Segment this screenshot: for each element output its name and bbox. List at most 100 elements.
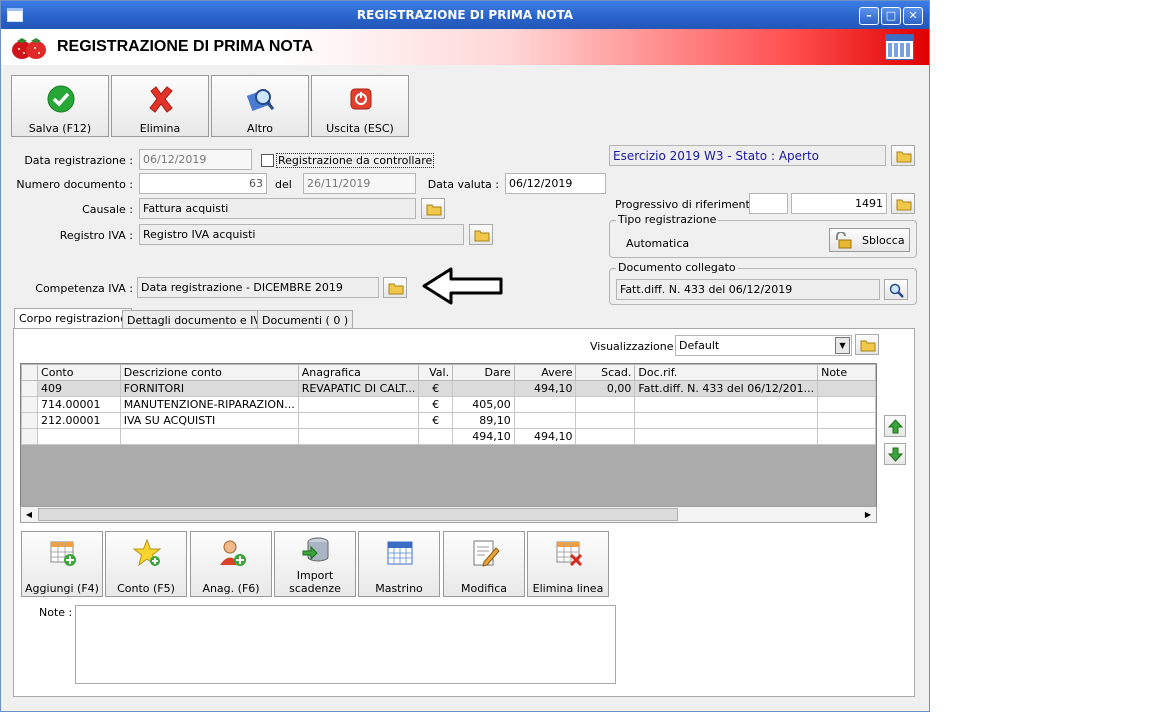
numero-documento-field[interactable]: 63 [139, 173, 267, 194]
da-controllare-checkbox[interactable] [261, 154, 274, 167]
table-row[interactable]: 714.00001 MANUTENZIONE-RIPARAZION... €405,… [21, 396, 876, 413]
table-cell[interactable] [119, 428, 299, 445]
horizontal-scrollbar[interactable]: ◀ ▶ [20, 506, 877, 523]
sblocca-button[interactable]: Sblocca [829, 228, 910, 252]
col-header[interactable]: Val. [418, 364, 454, 381]
row-selector[interactable] [21, 428, 39, 445]
registro-iva-field[interactable]: Registro IVA acquisti [139, 224, 464, 245]
table-row[interactable]: 212.00001 IVA SU ACQUISTI €89,10 [21, 412, 876, 429]
documento-collegato-search-button[interactable] [884, 279, 908, 300]
progressivo-prefix-field[interactable] [749, 193, 788, 214]
move-down-button[interactable] [884, 443, 906, 465]
table-cell[interactable] [297, 412, 420, 429]
table-cell[interactable]: € [418, 396, 454, 413]
causale-field[interactable]: Fattura acquisti [139, 198, 416, 219]
col-header[interactable]: Doc.rif. [634, 364, 819, 381]
scroll-right-icon[interactable]: ▶ [860, 507, 876, 522]
mastrino-button[interactable]: Mastrino [358, 531, 440, 597]
table-cell[interactable] [575, 396, 636, 413]
col-header[interactable]: Note [817, 364, 876, 381]
chevron-down-icon[interactable]: ▼ [835, 337, 850, 354]
table-cell[interactable] [817, 412, 876, 429]
visualizzazione-select[interactable]: Default [675, 335, 852, 356]
col-header[interactable]: Descrizione conto [119, 364, 299, 381]
table-cell[interactable] [817, 396, 876, 413]
table-cell[interactable]: 409 [37, 380, 121, 397]
row-selector[interactable] [21, 412, 39, 429]
tab-corpo-registrazione[interactable]: Corpo registrazione [14, 308, 132, 330]
esercizio-folder-button[interactable] [891, 145, 915, 166]
table-cell[interactable]: 494,10 [452, 428, 515, 445]
calendar-icon[interactable] [885, 34, 914, 60]
table-cell[interactable] [513, 412, 577, 429]
competenza-iva-folder-button[interactable] [383, 277, 407, 298]
table-cell[interactable] [37, 428, 121, 445]
progressivo-value-field[interactable]: 1491 [791, 193, 887, 214]
table-cell[interactable]: 212.00001 [37, 412, 121, 429]
col-header[interactable]: Avere [513, 364, 577, 381]
da-controllare-label[interactable]: Registrazione da controllare [276, 153, 435, 168]
col-header[interactable]: Dare [452, 364, 515, 381]
table-cell[interactable]: REVAPATIC DI CALT... [297, 380, 420, 397]
table-cell[interactable] [634, 428, 819, 445]
conto-button[interactable]: Conto (F5) [105, 531, 187, 597]
tab-documenti[interactable]: Documenti ( 0 ) [257, 310, 354, 329]
table-cell[interactable]: Fatt.diff. N. 433 del 06/12/201... [634, 380, 819, 397]
row-selector[interactable] [21, 396, 39, 413]
registro-iva-folder-button[interactable] [469, 224, 493, 245]
delete-button[interactable]: Elimina [111, 75, 209, 137]
table-cell[interactable] [634, 396, 819, 413]
table-cell[interactable] [297, 396, 420, 413]
table-cell[interactable]: 89,10 [452, 412, 515, 429]
causale-folder-button[interactable] [421, 198, 445, 219]
table-cell[interactable]: 714.00001 [37, 396, 121, 413]
scroll-thumb[interactable] [38, 508, 678, 521]
del-date-field[interactable]: 26/11/2019 [303, 173, 416, 194]
add-line-button[interactable]: Aggiungi (F4) [21, 531, 103, 597]
elimina-linea-button[interactable]: Elimina linea [527, 531, 609, 597]
visualizzazione-folder-button[interactable] [855, 334, 879, 355]
table-cell[interactable] [297, 428, 420, 445]
table-cell[interactable] [513, 396, 577, 413]
col-header[interactable]: Anagrafica [297, 364, 420, 381]
table-cell[interactable]: € [418, 412, 454, 429]
maximize-button[interactable]: □ [881, 7, 901, 25]
table-cell[interactable]: 0,00 [575, 380, 636, 397]
table-cell[interactable] [817, 428, 876, 445]
col-header[interactable]: Conto [37, 364, 121, 381]
table-row[interactable]: 494,10 494,10 [21, 428, 876, 445]
table-cell[interactable] [634, 412, 819, 429]
table-cell[interactable]: € [418, 380, 454, 397]
minimize-button[interactable]: – [859, 7, 879, 25]
table-cell[interactable] [575, 412, 636, 429]
anagrafica-button[interactable]: Anag. (F6) [190, 531, 272, 597]
table-cell[interactable]: 494,10 [513, 428, 577, 445]
move-up-button[interactable] [884, 415, 906, 437]
scroll-left-icon[interactable]: ◀ [21, 507, 37, 522]
table-cell[interactable]: IVA SU ACQUISTI [119, 412, 299, 429]
exit-button[interactable]: Uscita (ESC) [311, 75, 409, 137]
save-button[interactable]: Salva (F12) [11, 75, 109, 137]
col-header[interactable]: Scad. [575, 364, 636, 381]
table-cell[interactable] [418, 428, 454, 445]
table-cell[interactable] [575, 428, 636, 445]
table-cell[interactable]: MANUTENZIONE-RIPARAZION... [119, 396, 299, 413]
title-bar[interactable]: REGISTRAZIONE DI PRIMA NOTA – □ ✕ [1, 1, 929, 29]
table-cell[interactable]: FORNITORI [119, 380, 299, 397]
data-valuta-field[interactable]: 06/12/2019 [505, 173, 606, 194]
table-cell[interactable]: 494,10 [513, 380, 577, 397]
table-cell[interactable] [452, 380, 515, 397]
close-button[interactable]: ✕ [903, 7, 923, 25]
data-registrazione-field[interactable]: 06/12/2019 [139, 149, 252, 170]
progressivo-folder-button[interactable] [891, 193, 915, 214]
import-scadenze-button[interactable]: Import scadenze [274, 531, 356, 597]
row-selector[interactable] [21, 380, 39, 397]
table-row[interactable]: 409 FORNITORI REVAPATIC DI CALT... €494,10 0… [21, 380, 876, 397]
more-button[interactable]: Altro [211, 75, 309, 137]
note-textarea[interactable] [75, 605, 616, 684]
tab-dettagli-documento[interactable]: Dettagli documento e IVA [122, 310, 273, 329]
competenza-iva-field[interactable]: Data registrazione - DICEMBRE 2019 [137, 277, 379, 298]
table-cell[interactable] [817, 380, 876, 397]
modifica-button[interactable]: Modifica [443, 531, 525, 597]
table-cell[interactable]: 405,00 [452, 396, 515, 413]
